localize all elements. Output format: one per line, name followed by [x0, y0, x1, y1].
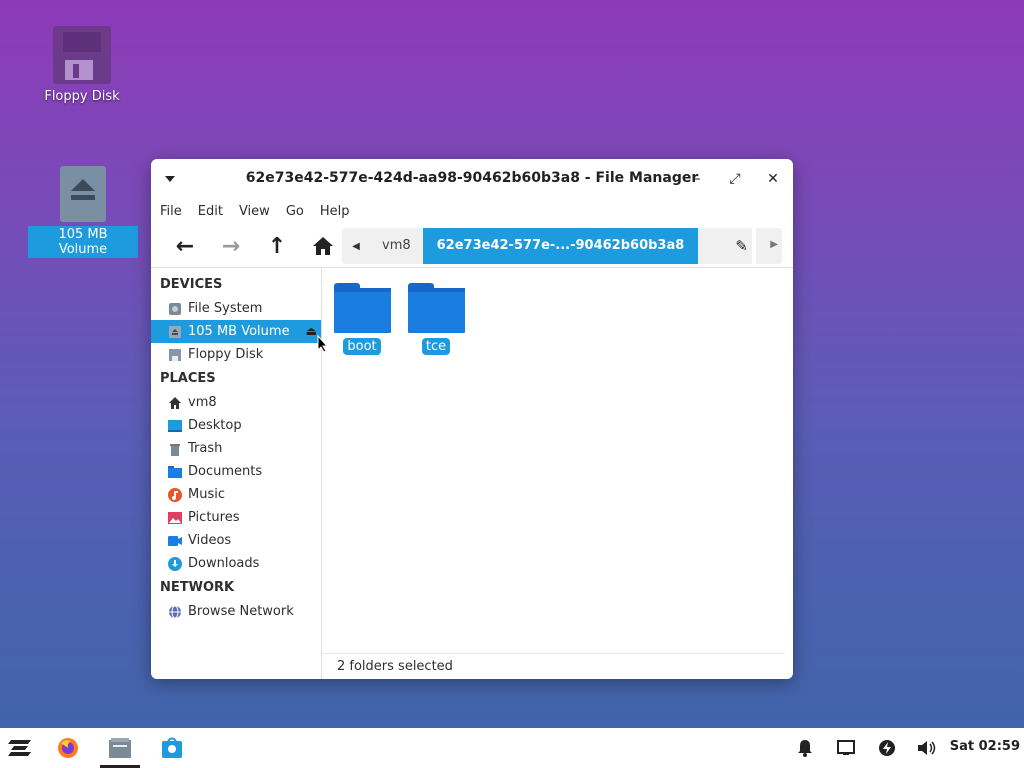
- sidebar-item-label: File System: [188, 301, 263, 316]
- drive-icon: [168, 325, 182, 339]
- notifications-icon[interactable]: [793, 736, 817, 760]
- arrow-up-icon: ↑: [267, 233, 287, 259]
- file-view[interactable]: boot tce 2 folders selected: [322, 268, 793, 679]
- home-icon: [313, 237, 333, 255]
- power-icon[interactable]: [875, 736, 899, 760]
- floppy-icon: [168, 348, 182, 362]
- sidebar-item-label: 105 MB Volume: [188, 324, 290, 339]
- path-bar: ◀ vm8 62e73e42-577e-...-90462b60b3a8 ✎ ▶: [342, 228, 782, 264]
- sidebar-item-desktop[interactable]: Desktop: [151, 414, 321, 437]
- sidebar-item-file-system[interactable]: File System: [151, 297, 321, 320]
- folder-label: tce: [421, 338, 451, 355]
- sidebar-item-videos[interactable]: Videos: [151, 529, 321, 552]
- sidebar: DEVICES File System 105 MB Volume ⏏ Flop…: [151, 268, 322, 679]
- sidebar-section-network: NETWORK: [160, 580, 235, 595]
- breadcrumb-vm8[interactable]: vm8: [370, 228, 423, 264]
- desktop-icon-label: 105 MB Volume: [28, 226, 138, 258]
- sidebar-section-devices: DEVICES: [160, 277, 223, 292]
- sidebar-section-places: PLACES: [160, 371, 216, 386]
- sidebar-item-label: vm8: [188, 395, 217, 410]
- trash-icon: [168, 442, 182, 456]
- sidebar-item-vm8[interactable]: vm8: [151, 391, 321, 414]
- downloads-icon: [168, 556, 182, 571]
- sidebar-item-trash[interactable]: Trash: [151, 437, 321, 460]
- eject-icon[interactable]: ⏏: [306, 324, 317, 338]
- sidebar-item-label: Videos: [188, 533, 232, 548]
- path-scroll-right-icon[interactable]: ▶: [770, 239, 778, 250]
- pictures-icon: [168, 511, 182, 525]
- software-store-icon[interactable]: [160, 736, 184, 760]
- folder-icon: [407, 283, 465, 333]
- drive-eject-icon: [60, 166, 106, 222]
- clock[interactable]: Sat 02:59: [950, 739, 1020, 754]
- sidebar-item-browse-network[interactable]: Browse Network: [151, 600, 321, 623]
- folder-icon: [333, 283, 391, 333]
- sidebar-item-music[interactable]: Music: [151, 483, 321, 506]
- forward-button[interactable]: →: [211, 228, 251, 264]
- menu-go[interactable]: Go: [286, 204, 304, 219]
- sidebar-item-documents[interactable]: Documents: [151, 460, 321, 483]
- maximize-button[interactable]: ⤢: [724, 168, 746, 190]
- sidebar-item-floppy-disk[interactable]: Floppy Disk: [151, 343, 321, 366]
- desktop-icon-label: Floppy Disk: [44, 89, 120, 104]
- desktop-icon-105mb-volume[interactable]: 105 MB Volume: [28, 166, 138, 258]
- menu-edit[interactable]: Edit: [198, 204, 223, 219]
- toolbar: ← → ↑ ◀ vm8 62e73e42-577e-...-90462b60b3…: [151, 225, 793, 267]
- sidebar-item-label: Music: [188, 487, 225, 502]
- desktop-icon: [168, 419, 182, 433]
- sidebar-item-label: Floppy Disk: [188, 347, 264, 362]
- harddisk-icon: [168, 302, 182, 316]
- sidebar-item-label: Browse Network: [188, 604, 294, 619]
- home-icon: [168, 396, 182, 410]
- desktop-icon-floppy-disk[interactable]: Floppy Disk: [27, 26, 137, 105]
- files-app-icon[interactable]: [108, 736, 132, 760]
- back-button[interactable]: ←: [165, 228, 205, 264]
- folder-item[interactable]: tce: [406, 283, 466, 355]
- menu-file[interactable]: File: [160, 204, 182, 219]
- menu-view[interactable]: View: [239, 204, 270, 219]
- menu-bar: File Edit View Go Help: [151, 197, 793, 225]
- mouse-cursor-icon: [317, 335, 329, 353]
- sidebar-item-105mb-volume[interactable]: 105 MB Volume ⏏: [151, 320, 321, 343]
- status-bar: 2 folders selected: [322, 653, 785, 679]
- edit-path-icon[interactable]: ✎: [735, 237, 748, 255]
- sidebar-item-label: Pictures: [188, 510, 240, 525]
- floppy-disk-icon: [53, 26, 111, 84]
- minimize-button[interactable]: –: [686, 168, 708, 190]
- path-scroll-left-icon[interactable]: ◀: [342, 241, 370, 252]
- arrow-right-icon: →: [221, 233, 241, 259]
- music-icon: [168, 487, 182, 502]
- sidebar-item-label: Documents: [188, 464, 263, 479]
- close-button[interactable]: ✕: [762, 168, 784, 190]
- documents-icon: [168, 465, 182, 479]
- taskbar: Sat 02:59: [0, 728, 1024, 768]
- sidebar-item-pictures[interactable]: Pictures: [151, 506, 321, 529]
- firefox-icon[interactable]: [56, 736, 80, 760]
- folder-item[interactable]: boot: [332, 283, 392, 355]
- zorin-menu-icon[interactable]: [8, 736, 32, 760]
- home-button[interactable]: [303, 228, 343, 264]
- sidebar-item-label: Trash: [188, 441, 223, 456]
- sidebar-item-label: Downloads: [188, 556, 260, 571]
- file-manager-window: 62e73e42-577e-424d-aa98-90462b60b3a8 - F…: [151, 159, 793, 679]
- up-button[interactable]: ↑: [257, 228, 297, 264]
- menu-help[interactable]: Help: [320, 204, 350, 219]
- network-icon: [168, 605, 182, 619]
- volume-icon[interactable]: [915, 736, 939, 760]
- display-icon[interactable]: [834, 736, 858, 760]
- sidebar-item-downloads[interactable]: Downloads: [151, 552, 321, 575]
- folder-label: boot: [343, 338, 381, 355]
- videos-icon: [168, 534, 182, 548]
- arrow-left-icon: ←: [175, 233, 195, 259]
- title-bar[interactable]: 62e73e42-577e-424d-aa98-90462b60b3a8 - F…: [151, 159, 793, 197]
- sidebar-item-label: Desktop: [188, 418, 242, 433]
- breadcrumb-current[interactable]: 62e73e42-577e-...-90462b60b3a8: [422, 228, 699, 264]
